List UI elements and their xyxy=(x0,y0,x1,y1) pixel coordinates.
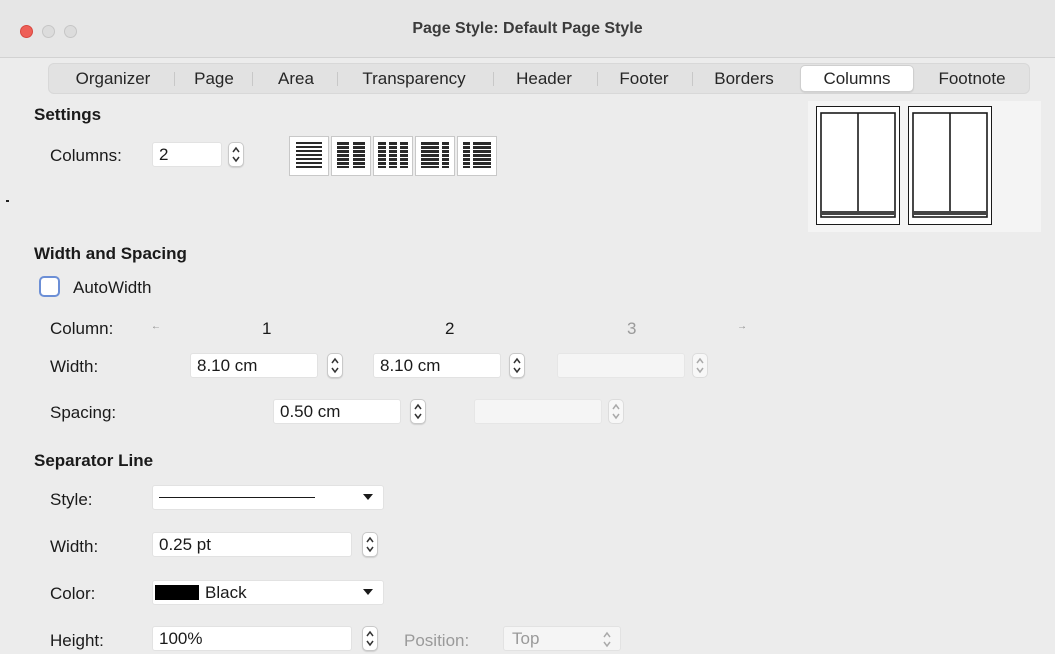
two-columns-icon xyxy=(337,142,365,168)
window-title: Page Style: Default Page Style xyxy=(412,20,643,37)
position-label: Position: xyxy=(404,631,470,650)
left-edge-mark xyxy=(6,200,9,202)
autowidth-checkbox[interactable] xyxy=(39,276,60,297)
line-style-dropdown[interactable] xyxy=(152,485,384,510)
position-dropdown[interactable]: Top xyxy=(503,626,621,651)
line-style-preview xyxy=(159,497,315,498)
tab-borders[interactable]: Borders xyxy=(704,64,784,93)
settings-heading: Settings xyxy=(34,105,102,124)
width-label: Width: xyxy=(50,357,99,376)
right-wide-columns-icon xyxy=(463,142,491,168)
tab-separator xyxy=(493,72,494,86)
tab-header[interactable]: Header xyxy=(506,64,582,93)
spacing1-input[interactable] xyxy=(273,399,401,424)
stepper-arrows-icon xyxy=(366,536,374,553)
left-wide-columns-icon xyxy=(421,142,449,168)
three-columns-icon xyxy=(378,142,408,168)
stepper-arrows-icon xyxy=(696,357,704,374)
preset-two-columns-button[interactable] xyxy=(331,136,371,176)
column1-width-input[interactable] xyxy=(190,353,318,378)
spacing1-stepper[interactable] xyxy=(410,399,426,424)
autowidth-label: AutoWidth xyxy=(73,278,152,297)
color-swatch xyxy=(155,585,199,600)
preview-page-left xyxy=(816,106,900,225)
column-number-3: 3 xyxy=(627,319,637,338)
separator-width-stepper[interactable] xyxy=(362,532,378,557)
tab-bar: Organizer Page Area Transparency Header … xyxy=(48,63,1030,94)
tab-area[interactable]: Area xyxy=(266,64,326,93)
column-prev-arrow-icon[interactable]: ← xyxy=(151,321,161,332)
column-number-2: 2 xyxy=(445,319,455,338)
page-preview-icon xyxy=(820,112,896,218)
stepper-arrows-icon xyxy=(612,403,620,420)
separator-width-label: Width: xyxy=(50,537,99,556)
stepper-arrows-icon xyxy=(414,403,422,420)
separator-heading: Separator Line xyxy=(34,451,154,470)
spacing2-input[interactable] xyxy=(474,399,602,424)
chevron-down-icon xyxy=(363,494,373,500)
color-label: Color: xyxy=(50,584,96,603)
color-value: Black xyxy=(205,583,247,602)
stepper-arrows-icon xyxy=(603,631,611,648)
preset-one-column-button[interactable] xyxy=(289,136,329,176)
column-next-arrow-icon[interactable]: → xyxy=(737,321,747,332)
tab-footer[interactable]: Footer xyxy=(609,64,679,93)
stepper-arrows-icon xyxy=(513,357,521,374)
style-label: Style: xyxy=(50,490,93,509)
position-value: Top xyxy=(512,629,540,648)
tab-separator xyxy=(174,72,175,86)
tab-separator xyxy=(597,72,598,86)
tab-separator xyxy=(692,72,693,86)
separator-height-input[interactable] xyxy=(152,626,352,651)
height-label: Height: xyxy=(50,631,104,650)
tab-separator xyxy=(252,72,253,86)
preset-three-columns-button[interactable] xyxy=(373,136,413,176)
column1-width-stepper[interactable] xyxy=(327,353,343,378)
column3-width-input[interactable] xyxy=(557,353,685,378)
column-label: Column: xyxy=(50,319,114,338)
tab-transparency[interactable]: Transparency xyxy=(351,64,477,93)
columns-label: Columns: xyxy=(50,146,122,165)
stepper-arrows-icon xyxy=(331,357,339,374)
preset-left-wide-button[interactable] xyxy=(415,136,455,176)
tab-footnote[interactable]: Footnote xyxy=(923,64,1021,93)
preview-page-right xyxy=(908,106,992,225)
preset-right-wide-button[interactable] xyxy=(457,136,497,176)
separator-width-input[interactable] xyxy=(152,532,352,557)
spacing2-stepper[interactable] xyxy=(608,399,624,424)
tab-separator xyxy=(337,72,338,86)
color-dropdown[interactable]: Black xyxy=(152,580,384,605)
stepper-arrows-icon xyxy=(232,146,240,163)
column3-width-stepper[interactable] xyxy=(692,353,708,378)
spacing-label: Spacing: xyxy=(50,403,117,422)
title-bar: Page Style: Default Page Style xyxy=(0,0,1055,58)
tab-organizer[interactable]: Organizer xyxy=(59,64,167,93)
columns-count-input[interactable] xyxy=(152,142,222,167)
tab-columns[interactable]: Columns xyxy=(800,65,914,92)
page-preview-icon xyxy=(912,112,988,218)
separator-height-stepper[interactable] xyxy=(362,626,378,651)
column2-width-stepper[interactable] xyxy=(509,353,525,378)
one-column-icon xyxy=(296,142,322,168)
column2-width-input[interactable] xyxy=(373,353,501,378)
columns-count-stepper[interactable] xyxy=(228,142,244,167)
column-number-1: 1 xyxy=(262,319,272,338)
stepper-arrows-icon xyxy=(366,630,374,647)
width-spacing-heading: Width and Spacing xyxy=(34,244,187,263)
chevron-down-icon xyxy=(363,589,373,595)
tab-page[interactable]: Page xyxy=(185,64,243,93)
